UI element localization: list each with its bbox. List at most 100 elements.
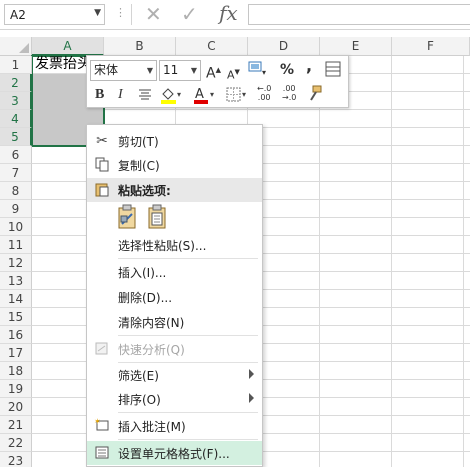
increase-decimal-button[interactable]: ←.0 .00 xyxy=(257,84,271,102)
row-header-19[interactable]: 19 xyxy=(0,380,32,398)
row-header-16[interactable]: 16 xyxy=(0,326,32,344)
menu-item-copy[interactable]: 复制(C) xyxy=(87,153,262,177)
row-header-1[interactable]: 1 xyxy=(0,56,32,74)
italic-button[interactable]: I xyxy=(118,87,123,103)
cell-a1[interactable]: 发票抬头 xyxy=(35,53,91,73)
fill-color-icon: ▾ xyxy=(161,88,181,104)
svg-text:▾: ▾ xyxy=(262,68,266,76)
svg-text:▾: ▾ xyxy=(210,90,214,99)
submenu-arrow-icon xyxy=(249,369,254,379)
menu-separator xyxy=(118,335,258,336)
row-header-11[interactable]: 11 xyxy=(0,236,32,254)
insert-function-icon[interactable]: fx xyxy=(219,1,238,25)
row-header-5[interactable]: 5 xyxy=(0,128,32,146)
chevron-down-icon[interactable]: ▼ xyxy=(147,61,153,80)
accounting-format-icon: ▾ xyxy=(248,61,266,77)
formula-input[interactable] xyxy=(248,4,470,25)
row-header-2[interactable]: 2 xyxy=(0,74,32,92)
row-header-21[interactable]: 21 xyxy=(0,416,32,434)
row-header-8[interactable]: 8 xyxy=(0,182,32,200)
mini-toolbar-row2: B I ▾ A ▾ ▾ ←.0 .00 .00 →.0 xyxy=(87,84,348,106)
menu-item-label: 插入批注(M) xyxy=(118,420,186,434)
column-header-e[interactable]: E xyxy=(320,37,392,56)
row-header-13[interactable]: 13 xyxy=(0,272,32,290)
menu-item-cut[interactable]: ✂ 剪切(T) xyxy=(87,129,262,153)
comma-style-button[interactable]: , xyxy=(306,58,312,74)
row-header-23[interactable]: 23 xyxy=(0,452,32,467)
cancel-icon[interactable]: ✕ xyxy=(145,2,162,26)
menu-item-label: 清除内容(N) xyxy=(118,316,185,330)
copy-icon xyxy=(93,156,111,174)
font-color-icon: A ▾ xyxy=(194,87,214,104)
chevron-down-icon[interactable]: ▼ xyxy=(191,61,197,80)
menu-item-clear-contents[interactable]: 清除内容(N) xyxy=(87,310,262,334)
row-header-4[interactable]: 4 xyxy=(0,110,32,128)
comment-icon: ✶ xyxy=(93,417,111,435)
menu-item-label: 设置单元格格式(F)... xyxy=(118,447,230,461)
paste-values-icon xyxy=(148,204,166,229)
select-all-triangle-icon xyxy=(19,43,29,53)
menu-item-format-cells[interactable]: 设置单元格格式(F)... xyxy=(87,441,262,465)
quick-analysis-icon xyxy=(93,340,111,358)
menu-item-sort[interactable]: 排序(O) xyxy=(87,387,262,411)
menu-item-filter[interactable]: 筛选(E) xyxy=(87,363,262,387)
decrease-decimal-button[interactable]: .00 →.0 xyxy=(282,84,296,102)
menu-item-label: 快速分析(Q) xyxy=(118,343,185,357)
menu-item-label: 筛选(E) xyxy=(118,369,159,383)
row-header-18[interactable]: 18 xyxy=(0,362,32,380)
select-all-corner[interactable] xyxy=(0,37,32,56)
menu-item-delete[interactable]: 删除(D)... xyxy=(87,285,262,309)
menu-item-label: 粘贴选项: xyxy=(118,184,171,198)
format-painter-icon xyxy=(310,85,322,101)
bold-button[interactable]: B xyxy=(95,87,104,103)
column-header-f[interactable]: F xyxy=(392,37,470,56)
row-header-9[interactable]: 9 xyxy=(0,200,32,218)
increase-font-button[interactable]: A▲ xyxy=(206,62,221,82)
accounting-format-button[interactable]: ▾ xyxy=(247,60,269,81)
align-center-button[interactable] xyxy=(137,86,153,107)
menu-item-label: 剪切(T) xyxy=(118,135,159,149)
menu-separator xyxy=(118,412,258,413)
increase-font-icon: A xyxy=(206,65,216,82)
row-header-7[interactable]: 7 xyxy=(0,164,32,182)
row-header-3[interactable]: 3 xyxy=(0,92,32,110)
mini-toolbar: 宋体 ▼ 11 ▼ A▲ A▼ ▾ % , B I ▾ A ▾ ▾ ←.0 .00… xyxy=(86,55,349,108)
chevron-down-icon[interactable]: ▼ xyxy=(94,8,101,18)
menu-item-quick-analysis: 快速分析(Q) xyxy=(87,337,262,361)
row-header-22[interactable]: 22 xyxy=(0,434,32,452)
row-header-10[interactable]: 10 xyxy=(0,218,32,236)
format-painter-table-button[interactable] xyxy=(324,60,342,83)
decrease-font-button[interactable]: A▼ xyxy=(227,64,240,84)
more-vertical-icon[interactable]: ⋮ xyxy=(115,6,126,19)
name-box[interactable]: A2 ▼ xyxy=(4,4,105,25)
fill-color-button[interactable]: ▾ xyxy=(159,85,183,110)
format-painter-button[interactable] xyxy=(306,84,324,109)
row-header-12[interactable]: 12 xyxy=(0,254,32,272)
font-name-select[interactable]: 宋体 ▼ xyxy=(90,60,157,81)
align-center-icon xyxy=(139,89,151,100)
borders-button[interactable]: ▾ xyxy=(225,85,249,110)
menu-separator xyxy=(118,258,258,259)
row-header-20[interactable]: 20 xyxy=(0,398,32,416)
row-header-6[interactable]: 6 xyxy=(0,146,32,164)
font-size-value: 11 xyxy=(163,63,179,77)
font-name-value: 宋体 xyxy=(94,63,119,77)
font-size-select[interactable]: 11 ▼ xyxy=(159,60,201,81)
row-header-17[interactable]: 17 xyxy=(0,344,32,362)
column-header-b[interactable]: B xyxy=(104,37,176,56)
paste-icon xyxy=(93,181,111,199)
font-color-button[interactable]: A ▾ xyxy=(192,85,216,110)
paste-formatting-button[interactable] xyxy=(117,204,139,230)
menu-item-insert-comment[interactable]: ✶ 插入批注(M) xyxy=(87,414,262,438)
column-header-c[interactable]: C xyxy=(176,37,248,56)
column-header-d[interactable]: D xyxy=(248,37,320,56)
percent-style-button[interactable]: % xyxy=(280,62,294,78)
menu-item-insert[interactable]: 插入(I)... xyxy=(87,260,262,284)
menu-item-paste-special[interactable]: 选择性粘贴(S)... xyxy=(87,233,262,257)
svg-text:▾: ▾ xyxy=(177,90,181,99)
row-header-14[interactable]: 14 xyxy=(0,290,32,308)
format-cells-icon xyxy=(93,444,111,462)
row-header-15[interactable]: 15 xyxy=(0,308,32,326)
paste-values-button[interactable] xyxy=(147,204,169,230)
enter-icon[interactable]: ✓ xyxy=(181,2,198,26)
